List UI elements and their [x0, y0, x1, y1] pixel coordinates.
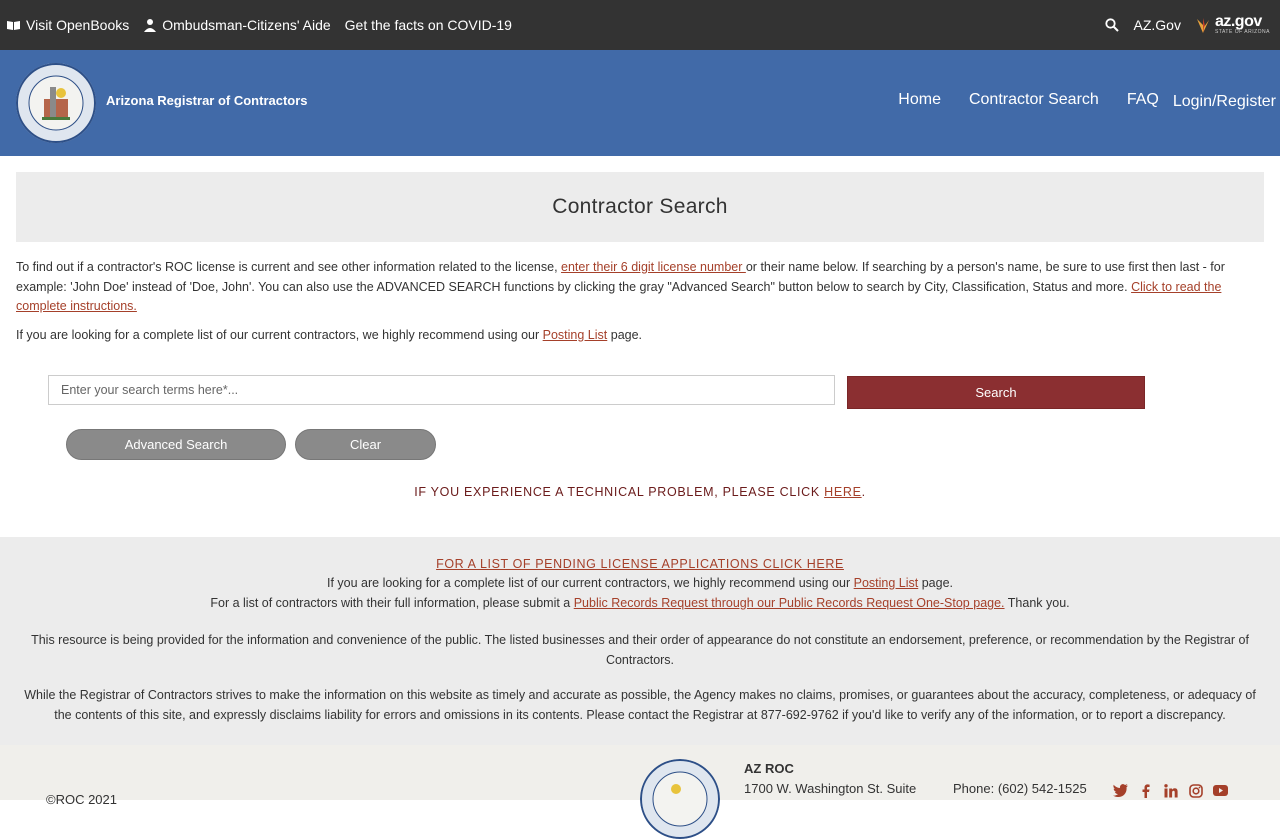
openbooks-label: Visit OpenBooks — [26, 17, 130, 33]
info-l1-text-b: page. — [918, 576, 954, 590]
search-button[interactable]: Search — [847, 376, 1145, 409]
ombudsman-label: Ombudsman-Citizens' Aide — [162, 17, 331, 33]
tech-here-link[interactable]: HERE — [824, 485, 862, 499]
info-posting-list-link[interactable]: Posting List — [854, 576, 919, 590]
azgov-logo[interactable]: az.gov STATE OF ARIZONA — [1195, 13, 1270, 35]
az-flag-icon — [1196, 18, 1209, 33]
posting-paragraph: If you are looking for a complete list o… — [16, 326, 1256, 345]
facebook-icon[interactable] — [1138, 783, 1153, 798]
page-title: Contractor Search — [552, 195, 728, 218]
book-icon — [7, 21, 20, 30]
covid-label: Get the facts on COVID-19 — [344, 17, 512, 33]
intro-paragraph: To find out if a contractor's ROC licens… — [16, 258, 1256, 317]
site-header: Arizona Registrar of Contractors Home Co… — [0, 50, 1280, 156]
footer-address: 1700 W. Washington St. Suite — [744, 781, 917, 796]
license-number-link[interactable]: enter their 6 digit license number — [561, 260, 746, 274]
site-brand[interactable]: Arizona Registrar of Contractors — [106, 93, 308, 108]
tech-text: IF YOU EXPERIENCE A TECHNICAL PROBLEM, P… — [414, 485, 825, 499]
advanced-search-button[interactable]: Advanced Search — [66, 429, 286, 460]
search-icon[interactable] — [1105, 18, 1120, 32]
info-l2-text-b: Thank you. — [1004, 596, 1070, 610]
social-links — [1113, 783, 1228, 798]
nav-login-register[interactable]: Login/Register — [1173, 93, 1276, 111]
posting-text-b: page. — [607, 328, 643, 342]
tech-problem-notice: IF YOU EXPERIENCE A TECHNICAL PROBLEM, P… — [0, 485, 1280, 499]
records-line: For a list of contractors with their ful… — [0, 596, 1280, 610]
footer-seal-logo — [640, 759, 720, 839]
nav-contractor-search[interactable]: Contractor Search — [969, 91, 1099, 109]
info-l1-text-a: If you are looking for a complete list o… — [326, 576, 854, 590]
posting-line: If you are looking for a complete list o… — [0, 576, 1280, 590]
nav-faq[interactable]: FAQ — [1127, 91, 1159, 109]
openbooks-link[interactable]: Visit OpenBooks — [6, 17, 129, 33]
footer-seal-icon — [640, 759, 720, 839]
azgov-logo-word: az.gov — [1214, 13, 1262, 30]
footer-org-name: AZ ROC — [744, 761, 794, 776]
utility-bar: Visit OpenBooks Ombudsman-Citizens' Aide… — [0, 0, 1280, 50]
clear-button[interactable]: Clear — [295, 429, 436, 460]
linkedin-icon[interactable] — [1163, 783, 1178, 798]
twitter-icon[interactable] — [1113, 783, 1128, 798]
roc-seal-icon — [16, 63, 96, 143]
page-title-panel: Contractor Search — [16, 172, 1264, 242]
posting-text-a: If you are looking for a complete list o… — [16, 328, 543, 342]
footer-phone: Phone: (602) 542-1525 — [953, 781, 1087, 796]
main-nav: Home Contractor Search FAQ Login/Registe… — [898, 50, 1276, 150]
public-records-link[interactable]: Public Records Request through our Publi… — [574, 596, 1005, 610]
person-icon — [144, 19, 157, 32]
ombudsman-link[interactable]: Ombudsman-Citizens' Aide — [143, 17, 331, 33]
covid-link[interactable]: Get the facts on COVID-19 — [345, 17, 512, 33]
pending-applications-link[interactable]: FOR A LIST OF PENDING LICENSE APPLICATIO… — [436, 557, 844, 571]
search-input[interactable] — [48, 375, 835, 405]
info-section: FOR A LIST OF PENDING LICENSE APPLICATIO… — [0, 537, 1280, 745]
intro-text-a: To find out if a contractor's ROC licens… — [16, 260, 562, 274]
azgov-link[interactable]: AZ.Gov — [1133, 17, 1180, 33]
info-l2-text-a: For a list of contractors with their ful… — [210, 596, 574, 610]
instagram-icon[interactable] — [1188, 783, 1203, 798]
posting-list-link[interactable]: Posting List — [543, 328, 608, 342]
youtube-icon[interactable] — [1213, 783, 1228, 798]
roc-seal-logo[interactable] — [16, 63, 96, 143]
azgov-logo-sub: STATE OF ARIZONA — [1214, 29, 1270, 35]
site-footer: ©ROC 2021 AZ ROC 1700 W. Washington St. … — [0, 745, 1280, 839]
disclaimer-endorsement: This resource is being provided for the … — [31, 633, 1249, 667]
disclaimer-accuracy: While the Registrar of Contractors striv… — [24, 688, 1256, 722]
nav-home[interactable]: Home — [898, 91, 941, 109]
tech-end: . — [861, 485, 866, 499]
